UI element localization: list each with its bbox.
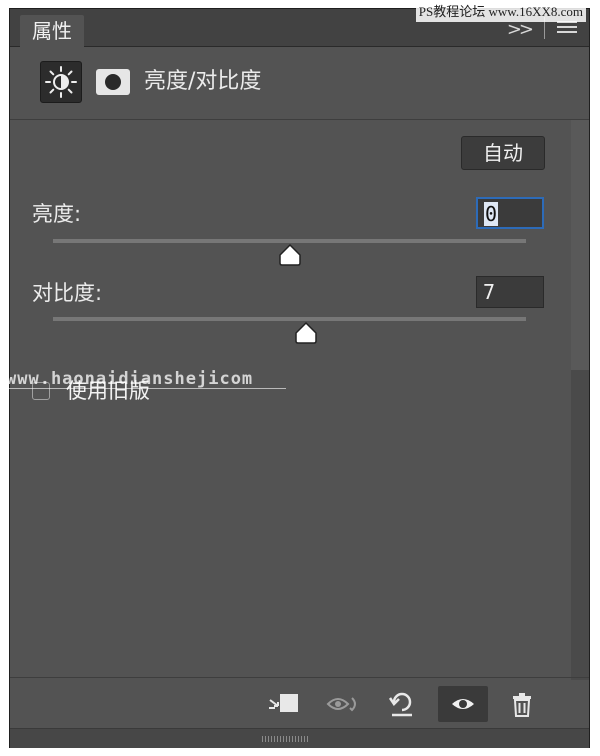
reset-icon[interactable] bbox=[382, 686, 422, 722]
brightness-contrast-icon[interactable] bbox=[40, 61, 82, 103]
layer-mask-icon[interactable] bbox=[96, 69, 130, 95]
brightness-input[interactable]: 0 bbox=[476, 197, 544, 229]
clip-to-layer-icon[interactable] bbox=[264, 686, 304, 722]
scrollbar-thumb[interactable] bbox=[571, 120, 589, 370]
divider bbox=[10, 119, 589, 120]
delete-trash-icon[interactable] bbox=[502, 686, 542, 722]
watermark-mid: www.haonaidianshejicom bbox=[6, 369, 254, 389]
adjustment-title: 亮度/对比度 bbox=[144, 69, 262, 94]
brightness-value: 0 bbox=[484, 202, 499, 226]
tab-properties[interactable]: 属性 bbox=[20, 15, 84, 47]
adjustment-header: 亮度/对比度 bbox=[10, 47, 589, 117]
watermark-top: PS教程论坛 www.16XX8.com bbox=[415, 2, 586, 22]
view-previous-state-icon[interactable] bbox=[324, 686, 364, 722]
panel-menu-icon[interactable] bbox=[557, 21, 577, 35]
contrast-slider-thumb[interactable] bbox=[294, 321, 318, 345]
panel-resize-grip[interactable] bbox=[10, 728, 589, 748]
collapse-panel-icon[interactable]: >> bbox=[507, 19, 534, 40]
watermark-underline bbox=[6, 388, 286, 389]
auto-button[interactable]: 自动 bbox=[461, 136, 545, 170]
contrast-label: 对比度: bbox=[32, 281, 103, 305]
contrast-slider[interactable] bbox=[53, 317, 526, 321]
bottom-toolbar bbox=[10, 678, 589, 728]
visibility-eye-icon[interactable] bbox=[438, 686, 488, 722]
brightness-label: 亮度: bbox=[32, 202, 82, 226]
brightness-slider-thumb[interactable] bbox=[278, 243, 302, 267]
contrast-input[interactable]: 7 bbox=[476, 276, 544, 308]
